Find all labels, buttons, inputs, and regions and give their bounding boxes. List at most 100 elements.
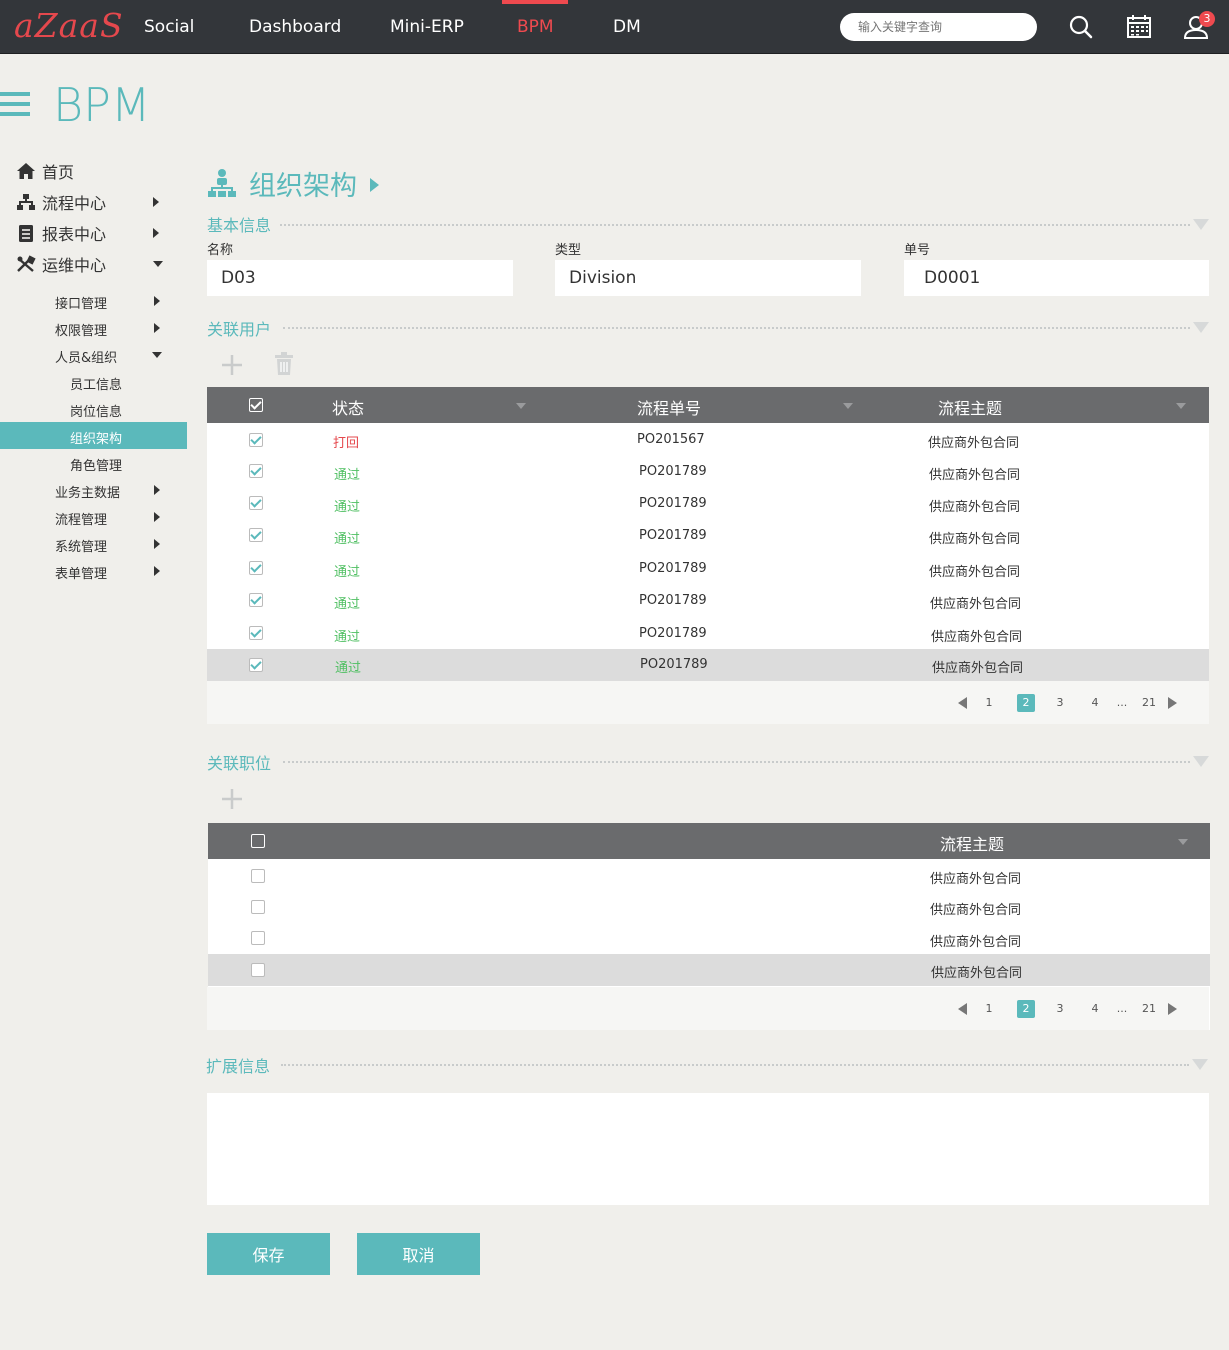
- sidebar-subitem-interface[interactable]: 接口管理: [0, 287, 187, 314]
- row-checkbox[interactable]: [249, 561, 263, 575]
- table-row[interactable]: 供应商外包合同: [208, 923, 1210, 955]
- add-icon[interactable]: [221, 354, 243, 376]
- sidebar-subitem-form-mgmt[interactable]: 表单管理: [0, 557, 187, 584]
- sidebar-item-home[interactable]: 首页: [0, 155, 187, 186]
- calendar-icon[interactable]: [1124, 12, 1154, 42]
- sidebar-subitem-process-mgmt[interactable]: 流程管理: [0, 503, 187, 530]
- save-button[interactable]: 保存: [207, 1233, 330, 1275]
- next-page-icon[interactable]: [1168, 1003, 1177, 1015]
- table-row[interactable]: 供应商外包合同: [208, 954, 1210, 986]
- number-field[interactable]: [904, 260, 1209, 296]
- sidebar-subitem-system-mgmt[interactable]: 系统管理: [0, 530, 187, 557]
- sidebar-subitem-master-data[interactable]: 业务主数据: [0, 476, 187, 503]
- row-checkbox[interactable]: [249, 464, 263, 478]
- cancel-button[interactable]: 取消: [357, 1233, 480, 1275]
- nav-dashboard[interactable]: Dashboard: [249, 0, 341, 54]
- page-link-current[interactable]: 2: [1017, 1000, 1035, 1018]
- collapse-triangle-icon[interactable]: [1193, 322, 1209, 333]
- row-checkbox[interactable]: [251, 931, 265, 945]
- page-link[interactable]: 3: [1051, 694, 1069, 712]
- type-field[interactable]: [555, 260, 861, 296]
- sort-dropdown-icon[interactable]: [1176, 403, 1186, 409]
- sidebar-item-report-center[interactable]: 报表中心: [0, 217, 187, 248]
- table-row[interactable]: 通过 PO201789 供应商外包合同: [207, 553, 1209, 585]
- table-row[interactable]: 通过 PO201789 供应商外包合同: [207, 585, 1209, 617]
- row-checkbox[interactable]: [249, 433, 263, 447]
- nav-mini-erp[interactable]: Mini-ERP: [390, 0, 464, 54]
- sort-dropdown-icon[interactable]: [843, 403, 853, 409]
- sort-dropdown-icon[interactable]: [516, 403, 526, 409]
- row-process-subject: 供应商外包合同: [930, 935, 1022, 950]
- sidebar-subitem-position[interactable]: 岗位信息: [0, 395, 187, 422]
- sidebar-subitem-permission[interactable]: 权限管理: [0, 314, 187, 341]
- row-checkbox[interactable]: [251, 900, 265, 914]
- row-checkbox[interactable]: [249, 658, 263, 672]
- table-row[interactable]: 供应商外包合同: [208, 860, 1210, 892]
- collapse-triangle-icon[interactable]: [1193, 756, 1209, 767]
- row-status: 通过: [334, 630, 361, 645]
- table-row[interactable]: 打回 PO201567 供应商外包合同: [207, 424, 1209, 456]
- column-status[interactable]: 状态: [332, 395, 364, 419]
- column-process-subject[interactable]: 流程主题: [938, 395, 1002, 419]
- trash-icon[interactable]: [273, 352, 295, 376]
- sidebar-subitem-label: 业务主数据: [55, 486, 121, 501]
- collapse-triangle-icon[interactable]: [1192, 1059, 1208, 1070]
- row-status: 通过: [334, 500, 361, 515]
- sort-dropdown-icon[interactable]: [1178, 839, 1188, 845]
- select-all-checkbox[interactable]: [251, 834, 265, 848]
- sidebar-subitem-label: 组织架构: [70, 432, 123, 447]
- page-link-current[interactable]: 2: [1017, 694, 1035, 712]
- row-checkbox[interactable]: [249, 593, 263, 607]
- collapse-triangle-icon[interactable]: [1193, 219, 1209, 230]
- sidebar-subitem-label: 角色管理: [70, 459, 123, 474]
- sidebar-subitem-role[interactable]: 角色管理: [0, 449, 187, 476]
- sidebar-item-ops-center[interactable]: 运维中心: [0, 248, 187, 279]
- row-checkbox[interactable]: [251, 869, 265, 883]
- add-icon[interactable]: [221, 788, 243, 810]
- prev-page-icon[interactable]: [958, 1003, 967, 1015]
- sidebar-subitem-org-structure[interactable]: 组织架构: [0, 422, 187, 449]
- page-link[interactable]: 4: [1086, 694, 1104, 712]
- sidebar-item-label: 流程中心: [42, 193, 107, 213]
- pagination: 1 2 3 4 ... 21: [956, 694, 1186, 712]
- table-row[interactable]: 供应商外包合同: [208, 891, 1210, 923]
- next-page-icon[interactable]: [1168, 697, 1177, 709]
- page-link[interactable]: 3: [1051, 1000, 1069, 1018]
- sidebar-item-process-center[interactable]: 流程中心: [0, 186, 187, 217]
- row-process-subject: 供应商外包合同: [930, 597, 1022, 612]
- table-row[interactable]: 通过 PO201789 供应商外包合同: [207, 520, 1209, 552]
- column-process-subject[interactable]: 流程主题: [940, 831, 1004, 855]
- row-checkbox[interactable]: [249, 528, 263, 542]
- table-row[interactable]: 通过 PO201789 供应商外包合同: [207, 456, 1209, 488]
- extension-info-area[interactable]: [207, 1093, 1209, 1205]
- row-checkbox[interactable]: [249, 626, 263, 640]
- page-link[interactable]: 1: [980, 694, 998, 712]
- chevron-down-icon: [152, 352, 162, 358]
- nav-social[interactable]: Social: [144, 0, 194, 54]
- table-row[interactable]: 通过 PO201789 供应商外包合同: [207, 618, 1209, 650]
- table-row[interactable]: 通过 PO201789 供应商外包合同: [207, 488, 1209, 520]
- page-link[interactable]: 21: [1140, 694, 1158, 712]
- app-logo[interactable]: aZaaS: [14, 6, 124, 45]
- row-checkbox[interactable]: [249, 496, 263, 510]
- nav-bpm[interactable]: BPM: [517, 0, 554, 54]
- prev-page-icon[interactable]: [958, 697, 967, 709]
- chevron-right-icon: [154, 566, 160, 576]
- sidebar-subitem-employee[interactable]: 员工信息: [0, 368, 187, 395]
- row-checkbox[interactable]: [251, 963, 265, 977]
- search-input[interactable]: [840, 13, 1037, 41]
- column-process-number[interactable]: 流程单号: [637, 395, 701, 419]
- name-field[interactable]: [207, 260, 513, 296]
- sidebar-subitem-people-org[interactable]: 人员&组织: [0, 341, 187, 368]
- sidebar: 首页 流程中心 报表中心 运维中心 接口管理 权限管理 人员&组织 员工信息 岗…: [0, 155, 187, 584]
- page-link[interactable]: 21: [1140, 1000, 1158, 1018]
- table-row[interactable]: 通过 PO201789 供应商外包合同: [207, 649, 1209, 681]
- select-all-checkbox[interactable]: [249, 398, 263, 412]
- menu-toggle-icon[interactable]: [0, 92, 30, 116]
- caret-right-icon[interactable]: [370, 178, 379, 192]
- page-ellipsis: ...: [1116, 1002, 1128, 1015]
- page-link[interactable]: 4: [1086, 1000, 1104, 1018]
- search-icon[interactable]: [1066, 12, 1096, 42]
- page-link[interactable]: 1: [980, 1000, 998, 1018]
- nav-dm[interactable]: DM: [613, 0, 641, 54]
